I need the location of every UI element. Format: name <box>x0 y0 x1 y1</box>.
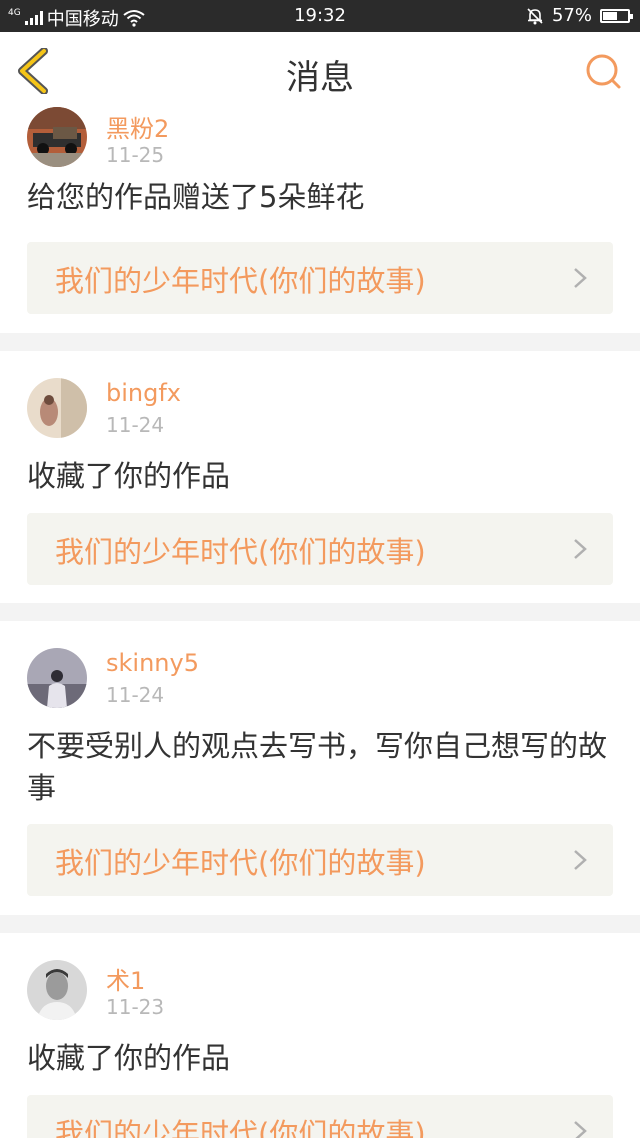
chevron-right-icon <box>574 1121 587 1138</box>
message-date: 11-25 <box>106 143 165 167</box>
work-title: 我们的少年时代(你们的故事) <box>55 846 426 880</box>
message-date: 11-23 <box>106 995 165 1019</box>
nav-bar: 消息 <box>0 32 640 111</box>
work-link[interactable]: 我们的少年时代(你们的故事) <box>27 513 613 585</box>
status-bar: 4G 中国移动 19:32 57% <box>0 0 640 32</box>
work-link[interactable]: 我们的少年时代(你们的故事) <box>27 824 613 896</box>
avatar[interactable] <box>27 960 87 1020</box>
avatar[interactable] <box>27 107 87 167</box>
message-card: 术1 11-23 收藏了你的作品 我们的少年时代(你们的故事) <box>0 933 640 1138</box>
message-text: 收藏了你的作品 <box>27 459 231 493</box>
avatar[interactable] <box>27 648 87 708</box>
work-title: 我们的少年时代(你们的故事) <box>55 264 426 298</box>
car-photo-icon <box>27 107 87 167</box>
work-title: 我们的少年时代(你们的故事) <box>55 1117 426 1138</box>
username[interactable]: bingfx <box>106 379 181 407</box>
work-title: 我们的少年时代(你们的故事) <box>55 535 426 569</box>
message-text: 不要受别人的观点去写书，写你自己想写的故事 <box>27 729 608 805</box>
page-title: 消息 <box>286 58 354 98</box>
message-card: bingfx 11-24 收藏了你的作品 我们的少年时代(你们的故事) <box>0 351 640 603</box>
status-right: 57% <box>526 5 633 26</box>
portrait-photo-icon <box>27 960 87 1020</box>
screen: 4G 中国移动 19:32 57% 消息 黑粉2 11-25 给您的作品赠送了5… <box>0 0 640 1138</box>
message-date: 11-24 <box>106 683 165 707</box>
work-link[interactable]: 我们的少年时代(你们的故事) <box>27 242 613 314</box>
battery-percent: 57% <box>551 5 592 26</box>
username[interactable]: 术1 <box>106 961 145 996</box>
message-text: 给您的作品赠送了5朵鲜花 <box>27 180 365 214</box>
chevron-right-icon <box>574 268 587 288</box>
message-text: 收藏了你的作品 <box>27 1041 231 1075</box>
avatar[interactable] <box>27 378 87 438</box>
chevron-right-icon <box>574 850 587 870</box>
alarm-off-icon <box>527 7 543 24</box>
username[interactable]: 黑粉2 <box>106 109 169 144</box>
portrait-photo-icon <box>27 648 87 708</box>
chevron-right-icon <box>574 539 587 559</box>
battery-fill <box>603 11 617 20</box>
portrait-photo-icon <box>27 378 87 438</box>
work-link[interactable]: 我们的少年时代(你们的故事) <box>27 1095 613 1138</box>
message-date: 11-24 <box>106 413 165 437</box>
username[interactable]: skinny5 <box>106 649 199 677</box>
search-icon[interactable] <box>584 52 624 92</box>
battery-icon <box>600 8 633 23</box>
message-card: skinny5 11-24 不要受别人的观点去写书，写你自己想写的故事 我们的少… <box>0 621 640 915</box>
message-card: 黑粉2 11-25 给您的作品赠送了5朵鲜花 我们的少年时代(你们的故事) <box>0 101 640 333</box>
